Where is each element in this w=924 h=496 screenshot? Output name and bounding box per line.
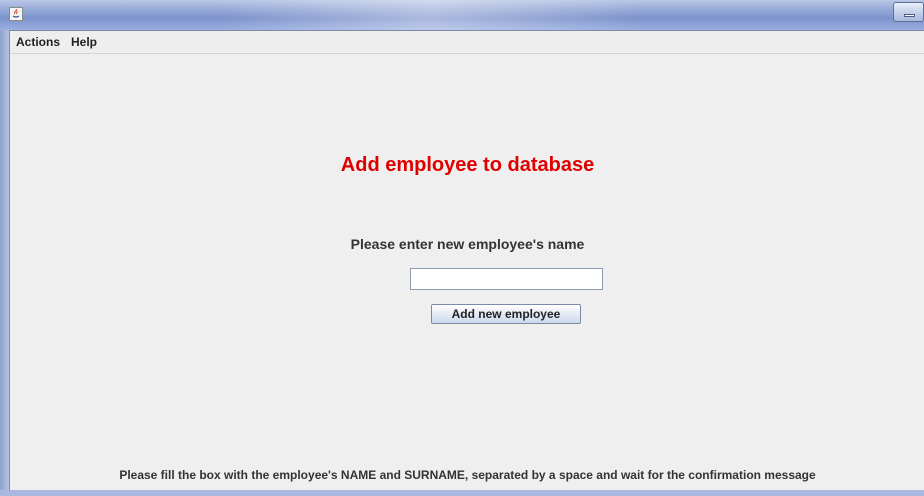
page-title: Add employee to database (340, 154, 595, 176)
content-panel: Actions Help Add employee to database Pl… (9, 30, 924, 490)
name-prompt-label: Please enter new employee's name (350, 236, 585, 252)
window-frame-bottom (0, 490, 924, 496)
application-window: Actions Help Add employee to database Pl… (0, 0, 924, 496)
minimize-button[interactable] (893, 2, 924, 22)
menu-bar: Actions Help (10, 31, 924, 54)
window-frame-left (0, 30, 9, 496)
minimize-icon (904, 14, 915, 17)
java-icon[interactable] (9, 7, 23, 21)
employee-name-input[interactable] (410, 268, 603, 290)
menu-help[interactable]: Help (71, 35, 97, 49)
add-employee-button[interactable]: Add new employee (431, 304, 581, 324)
title-bar-sheen (220, 0, 640, 30)
menu-actions[interactable]: Actions (16, 35, 60, 49)
title-bar[interactable] (0, 0, 924, 30)
instruction-text: Please fill the box with the employee's … (119, 468, 816, 482)
